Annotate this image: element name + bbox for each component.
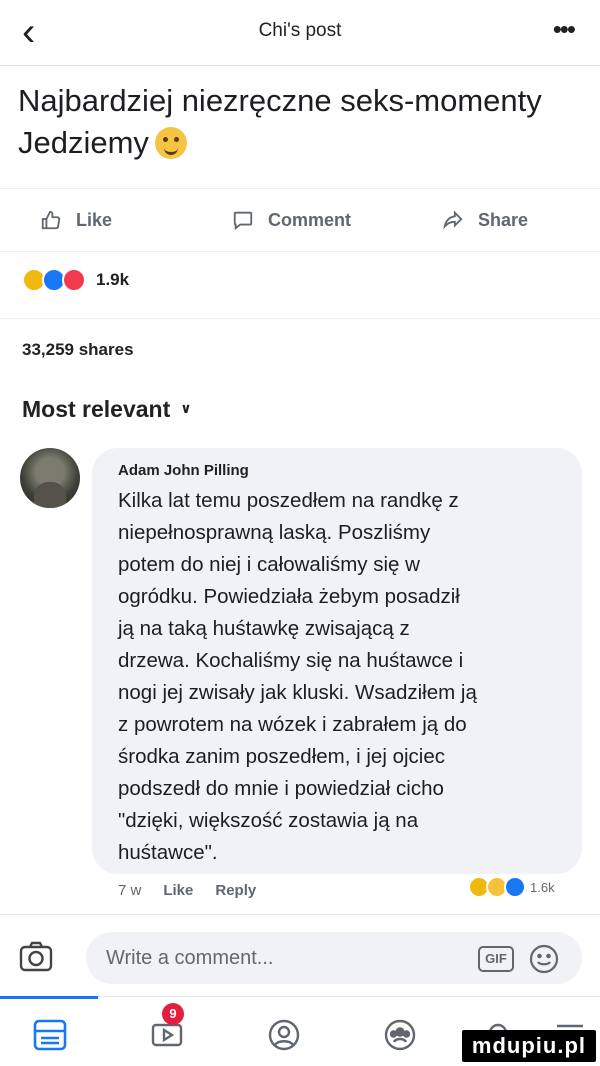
chevron-down-icon: ∨ bbox=[180, 400, 192, 416]
reactions-summary[interactable]: 1.9k bbox=[22, 268, 129, 292]
comment-reply-button[interactable]: Reply bbox=[215, 882, 256, 899]
tab-groups[interactable] bbox=[378, 1015, 422, 1055]
share-arrow-icon bbox=[443, 210, 463, 230]
post-body: Najbardziej niezręczne seks-momenty Jedz… bbox=[18, 83, 542, 160]
comment-label: Comment bbox=[268, 209, 352, 230]
comment-text: Kilka lat temu poszedłem na randkę z nie… bbox=[118, 489, 477, 864]
comment-button[interactable]: Comment bbox=[232, 209, 351, 231]
comment-like-button[interactable]: Like bbox=[163, 882, 193, 899]
sort-label: Most relevant bbox=[22, 396, 171, 422]
reaction-count: 1.9k bbox=[96, 270, 130, 289]
divider bbox=[0, 914, 600, 915]
grinning-face-emoji bbox=[154, 127, 187, 159]
comment-bubble: Adam John Pilling Kilka lat temu poszedł… bbox=[92, 448, 582, 874]
love-reaction-icon bbox=[62, 268, 86, 292]
post-actions: Like Comment Share bbox=[0, 188, 600, 252]
comment-time: 7 w bbox=[118, 882, 142, 899]
comment-meta: 7 w Like Reply bbox=[118, 882, 278, 899]
like-button[interactable]: Like bbox=[40, 209, 112, 231]
tab-watch[interactable]: 9 bbox=[146, 1003, 190, 1055]
comment-sort-dropdown[interactable]: Most relevant ∨ bbox=[22, 396, 192, 423]
news-feed-icon bbox=[33, 1019, 67, 1051]
comment-reactions[interactable]: 1.6k bbox=[468, 876, 555, 898]
camera-icon[interactable] bbox=[18, 940, 54, 974]
smiley-icon[interactable] bbox=[528, 943, 560, 975]
tab-news-feed[interactable] bbox=[28, 1015, 72, 1055]
share-label: Share bbox=[478, 209, 529, 230]
comment-reaction-count: 1.6k bbox=[530, 879, 555, 895]
post-text: Najbardziej niezręczne seks-momenty Jedz… bbox=[18, 80, 588, 164]
profile-icon bbox=[268, 1019, 300, 1051]
watermark: mdupiu.pl bbox=[461, 1030, 596, 1062]
share-count[interactable]: 33,259 shares bbox=[22, 340, 134, 360]
notification-badge: 9 bbox=[162, 1003, 184, 1025]
comment-composer: GIF bbox=[0, 926, 600, 990]
like-label: Like bbox=[76, 209, 113, 230]
groups-icon bbox=[384, 1019, 416, 1051]
thumbs-up-icon bbox=[41, 210, 61, 230]
gif-icon[interactable]: GIF bbox=[478, 946, 514, 972]
comment-bubble-icon bbox=[233, 211, 253, 231]
active-tab-indicator bbox=[0, 996, 98, 999]
divider bbox=[0, 318, 600, 319]
comment-author[interactable]: Adam John Pilling bbox=[118, 462, 558, 479]
avatar[interactable] bbox=[20, 448, 80, 508]
tab-profile[interactable] bbox=[262, 1015, 306, 1055]
share-button[interactable]: Share bbox=[442, 209, 528, 231]
top-bar: ‹ Chi's post ••• bbox=[0, 0, 600, 66]
like-reaction-icon bbox=[504, 876, 526, 898]
more-dots-icon[interactable]: ••• bbox=[553, 14, 576, 45]
page-title: Chi's post bbox=[258, 20, 342, 41]
